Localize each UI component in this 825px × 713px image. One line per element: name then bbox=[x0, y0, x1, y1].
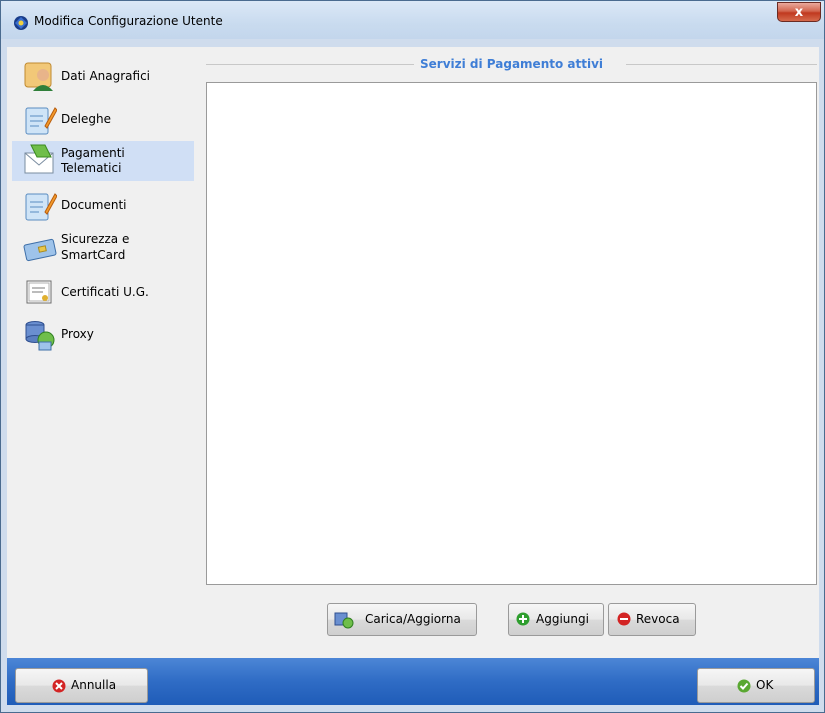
payment-envelope-icon bbox=[24, 144, 54, 174]
cancel-button[interactable]: Annulla bbox=[15, 668, 148, 703]
network-refresh-icon bbox=[334, 612, 354, 629]
sidebar-item-label-line2: SmartCard bbox=[61, 248, 126, 262]
sidebar-item-proxy[interactable]: Proxy bbox=[15, 315, 195, 353]
smartcard-icon bbox=[23, 238, 57, 262]
sidebar-item-dati-anagrafici[interactable]: Dati Anagrafici bbox=[15, 57, 195, 95]
close-button[interactable]: x bbox=[777, 2, 821, 22]
sidebar-item-deleghe[interactable]: Deleghe bbox=[15, 100, 195, 138]
id-card-person-icon bbox=[24, 62, 53, 91]
groupbox-line-right bbox=[626, 64, 817, 65]
groupbox-line-left bbox=[206, 64, 414, 65]
certificate-icon bbox=[26, 280, 52, 304]
cancel-icon bbox=[52, 679, 66, 693]
minus-circle-icon bbox=[617, 612, 631, 626]
sidebar-item-label: Dati Anagrafici bbox=[61, 69, 151, 83]
sidebar-item-label: Deleghe bbox=[61, 112, 111, 126]
reload-button-label: Carica/Aggiorna bbox=[365, 612, 461, 626]
plus-circle-icon bbox=[516, 612, 530, 626]
sidebar-item-sicurezza-smartcard[interactable]: Sicurezza e SmartCard bbox=[15, 228, 195, 266]
sidebar-item-label: Certificati U.G. bbox=[61, 285, 149, 299]
ok-button[interactable]: OK bbox=[697, 668, 815, 703]
payment-services-list[interactable] bbox=[206, 82, 817, 585]
sidebar-item-label: Proxy bbox=[61, 327, 94, 341]
document-pencil-icon bbox=[25, 107, 57, 135]
ok-button-label: OK bbox=[756, 678, 774, 692]
revoke-button-label: Revoca bbox=[636, 612, 680, 626]
groupbox-title: Servizi di Pagamento attivi bbox=[420, 57, 604, 71]
revoke-button[interactable]: Revoca bbox=[608, 603, 696, 636]
window-title: Modifica Configurazione Utente bbox=[34, 14, 223, 28]
sidebar-item-label-line1: Pagamenti bbox=[61, 146, 125, 160]
network-proxy-icon bbox=[25, 321, 55, 351]
sidebar-item-label-line1: Sicurezza e bbox=[61, 232, 130, 246]
document-pencil-icon bbox=[25, 193, 57, 221]
app-icon bbox=[14, 16, 28, 30]
add-button-label: Aggiungi bbox=[536, 612, 589, 626]
add-button[interactable]: Aggiungi bbox=[508, 603, 604, 636]
sidebar-item-pagamenti-telematici[interactable]: Pagamenti Telematici bbox=[12, 141, 194, 181]
cancel-button-label: Annulla bbox=[71, 678, 117, 692]
reload-button[interactable]: Carica/Aggiorna bbox=[327, 603, 477, 636]
check-circle-icon bbox=[737, 679, 751, 693]
close-icon: x bbox=[794, 5, 804, 20]
sidebar-item-certificati-ug[interactable]: Certificati U.G. bbox=[15, 273, 195, 311]
sidebar-item-label-line2: Telematici bbox=[61, 161, 122, 175]
sidebar-item-label: Documenti bbox=[61, 198, 127, 212]
title-bar[interactable]: Modifica Configurazione Utente x bbox=[1, 1, 824, 39]
sidebar-item-documenti[interactable]: Documenti bbox=[15, 186, 195, 224]
